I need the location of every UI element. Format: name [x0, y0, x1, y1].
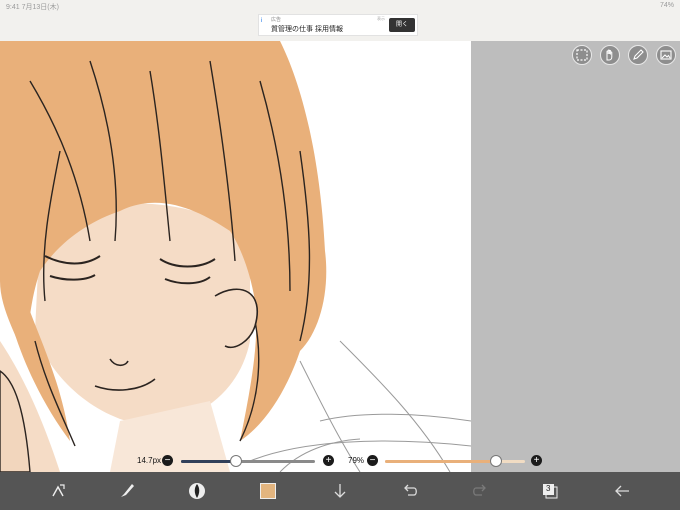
opacity-label: 79%	[348, 456, 365, 465]
brush-button[interactable]	[117, 481, 137, 501]
image-tool-button[interactable]	[656, 45, 676, 65]
size-decrease-button[interactable]: −	[162, 455, 173, 466]
ad-bar: i 広告 質管理の仕事 採用情報 表示 開く	[0, 12, 680, 41]
selection-tool-button[interactable]	[572, 45, 592, 65]
redo-icon	[473, 484, 486, 496]
opacity-thumb[interactable]	[489, 455, 502, 467]
opacity-increase-button[interactable]: +	[531, 455, 542, 466]
move-down-button[interactable]	[330, 481, 350, 501]
canvas-area[interactable]: 14.7px − + 79% − +	[0, 41, 680, 472]
size-increase-button[interactable]: +	[323, 455, 334, 466]
pencil-tool-button[interactable]	[628, 45, 648, 65]
transform-icon	[52, 484, 65, 497]
dashed-square-icon	[576, 49, 588, 61]
back-button[interactable]	[612, 481, 632, 501]
ad-sponsor: 表示	[377, 16, 385, 21]
ad-info-icon[interactable]: i	[261, 18, 262, 24]
ad-title[interactable]: 質管理の仕事 採用情報	[271, 24, 343, 34]
arrow-left-icon	[615, 485, 629, 497]
brush-sliders: 14.7px − + 79% − +	[0, 451, 680, 471]
pen-nib-icon	[189, 483, 205, 499]
ad-small-text: 広告	[271, 17, 282, 23]
opacity-fill	[385, 460, 496, 463]
redo-button[interactable]	[470, 481, 490, 501]
image-icon	[660, 50, 672, 60]
drawing-canvas[interactable]	[0, 41, 471, 472]
battery-status: 74%	[659, 2, 674, 9]
status-bar: 9:41 7月13日(木) 74%	[0, 0, 680, 12]
artwork	[0, 41, 471, 472]
undo-icon	[404, 484, 417, 496]
current-color-swatch	[260, 483, 276, 499]
ad-open-button[interactable]: 開く	[389, 18, 415, 32]
transform-button[interactable]	[48, 481, 68, 501]
hand-icon	[606, 49, 613, 61]
status-time: 9:41 7月13日(木)	[6, 4, 59, 11]
brush-size-thumb[interactable]	[229, 455, 242, 467]
layer-count: 3	[546, 484, 551, 493]
brush-size-fill	[181, 460, 236, 463]
ad-banner[interactable]: i 広告 質管理の仕事 採用情報 表示 開く	[258, 14, 418, 36]
pencil-icon	[633, 49, 644, 60]
undo-button[interactable]	[400, 481, 420, 501]
brush-size-label: 14.7px	[137, 456, 162, 465]
brush-material-button[interactable]	[187, 481, 207, 501]
brush-icon	[121, 484, 134, 497]
color-button[interactable]	[258, 481, 278, 501]
hand-tool-button[interactable]	[600, 45, 620, 65]
opacity-decrease-button[interactable]: −	[367, 455, 378, 466]
arrow-down-icon	[334, 484, 346, 498]
opacity-slider[interactable]	[385, 460, 525, 463]
brush-size-slider[interactable]	[181, 460, 315, 463]
layers-button[interactable]: 3	[540, 481, 560, 501]
bottom-toolbar: 3	[0, 472, 680, 510]
